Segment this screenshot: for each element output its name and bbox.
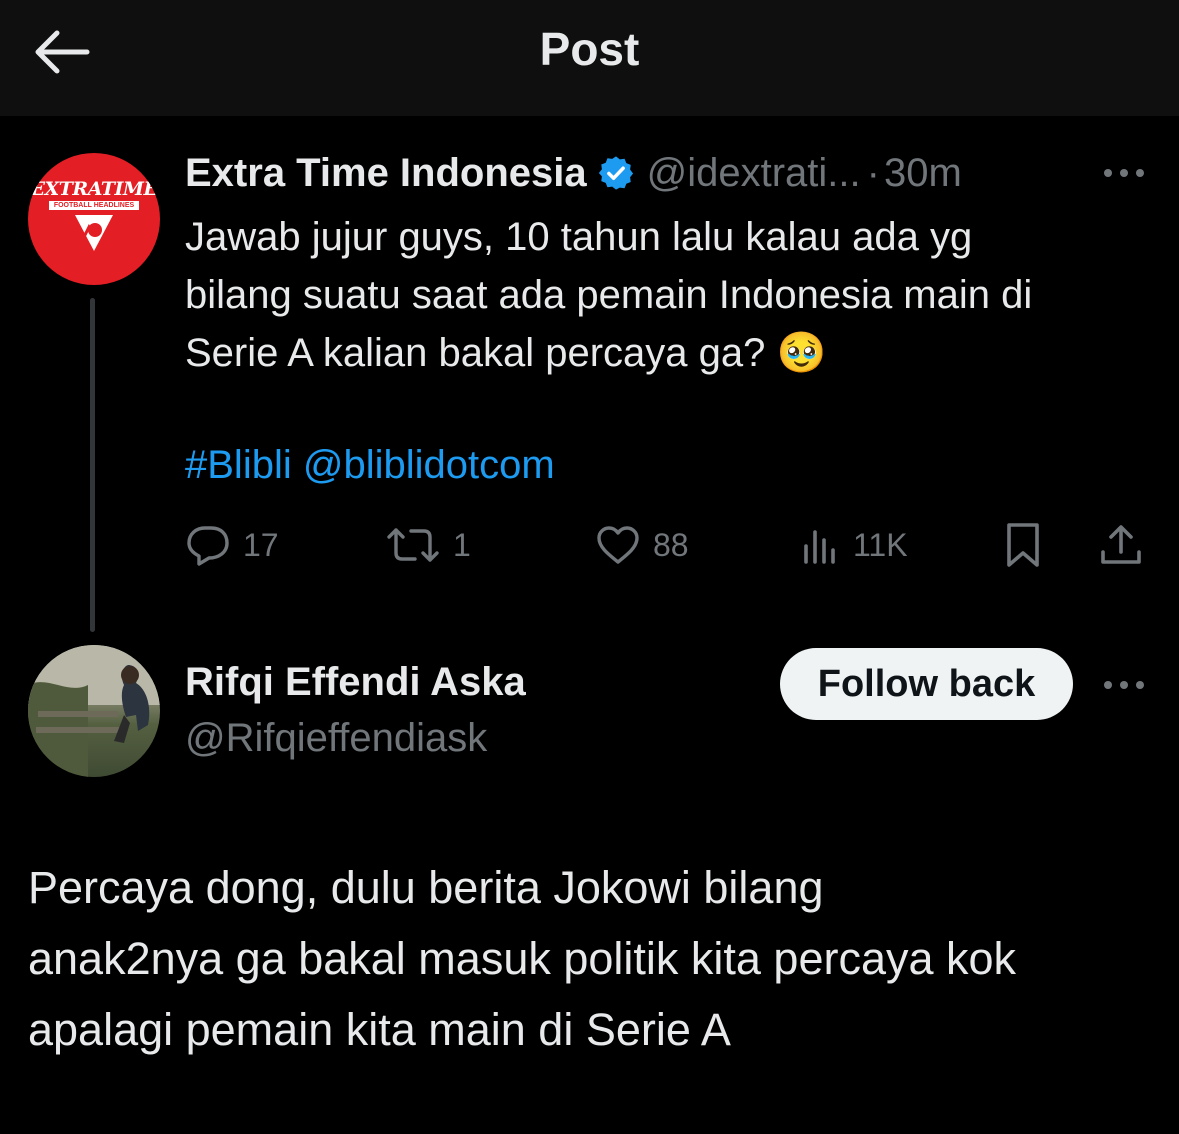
- avatar-logo-title: EXTRATIME: [30, 177, 158, 200]
- tweet-time[interactable]: 30m: [884, 151, 962, 196]
- author-name[interactable]: Extra Time Indonesia: [185, 151, 587, 196]
- verified-badge-icon: [597, 154, 635, 192]
- tweet-text: Jawab jujur guys, 10 tahun lalu kalau ad…: [185, 208, 1160, 382]
- heart-icon: [597, 526, 639, 564]
- share-button[interactable]: [1099, 518, 1143, 572]
- hashtag-link[interactable]: #Blibli: [185, 443, 292, 487]
- reply-author-name[interactable]: Rifqi Effendi Aska: [185, 660, 526, 705]
- bookmark-icon: [1007, 523, 1039, 567]
- shield-ball-icon: [75, 214, 113, 251]
- author-handle[interactable]: @idextrati...: [647, 151, 861, 196]
- page-title: Post: [539, 23, 640, 75]
- reply-more-options-button[interactable]: [1101, 670, 1147, 700]
- more-options-button[interactable]: [1101, 158, 1147, 188]
- separator-dot: ·: [866, 150, 880, 195]
- reply-text-line: apalagi pemain kita main di Serie A: [28, 1004, 731, 1055]
- tweet-header: Extra Time Indonesia @idextrati... · 30m: [185, 150, 962, 196]
- author-avatar[interactable]: EXTRATIME FOOTBALL HEADLINES: [28, 153, 160, 285]
- reply-author-handle[interactable]: @Rifqieffendiask: [185, 716, 487, 761]
- tweet-text-line: bilang suatu saat ada pemain Indonesia m…: [185, 273, 1033, 317]
- tweet-text-line: Jawab jujur guys, 10 tahun lalu kalau ad…: [185, 215, 973, 259]
- bookmark-button[interactable]: [1003, 518, 1043, 572]
- more-horizontal-icon: [1104, 169, 1144, 177]
- avatar-logo-subtitle: FOOTBALL HEADLINES: [48, 200, 140, 210]
- thread-connector-line: [90, 298, 95, 632]
- repost-icon: [387, 528, 439, 562]
- tweet-text-line: Serie A kalian bakal percaya ga? 🥹: [185, 331, 827, 375]
- reply-text: Percaya dong, dulu berita Jokowi bilang …: [28, 852, 1168, 1065]
- top-bar: Post: [0, 0, 1179, 116]
- view-count: 11K: [853, 526, 908, 563]
- tweet-links: #Blibli @bliblidotcom: [185, 440, 555, 490]
- repost-button[interactable]: 1: [385, 518, 471, 572]
- tweet-actions: 17 1 88 11K: [185, 518, 1155, 572]
- more-horizontal-icon: [1104, 681, 1144, 689]
- person-photo-icon: [28, 645, 160, 777]
- views-button[interactable]: 11K: [801, 518, 908, 572]
- reply-count: 17: [243, 526, 279, 563]
- reply-text-line: anak2nya ga bakal masuk politik kita per…: [28, 933, 1017, 984]
- reply-button[interactable]: 17: [185, 518, 279, 572]
- reply-text-line: Percaya dong, dulu berita Jokowi bilang: [28, 862, 824, 913]
- comment-icon: [187, 526, 229, 566]
- share-icon: [1101, 525, 1141, 564]
- like-button[interactable]: 88: [595, 518, 689, 572]
- reply-author-avatar[interactable]: [28, 645, 160, 777]
- follow-back-button[interactable]: Follow back: [780, 648, 1073, 720]
- like-count: 88: [653, 526, 689, 563]
- views-chart-icon: [804, 530, 835, 564]
- mention-link[interactable]: @bliblidotcom: [303, 443, 555, 487]
- repost-count: 1: [453, 526, 471, 563]
